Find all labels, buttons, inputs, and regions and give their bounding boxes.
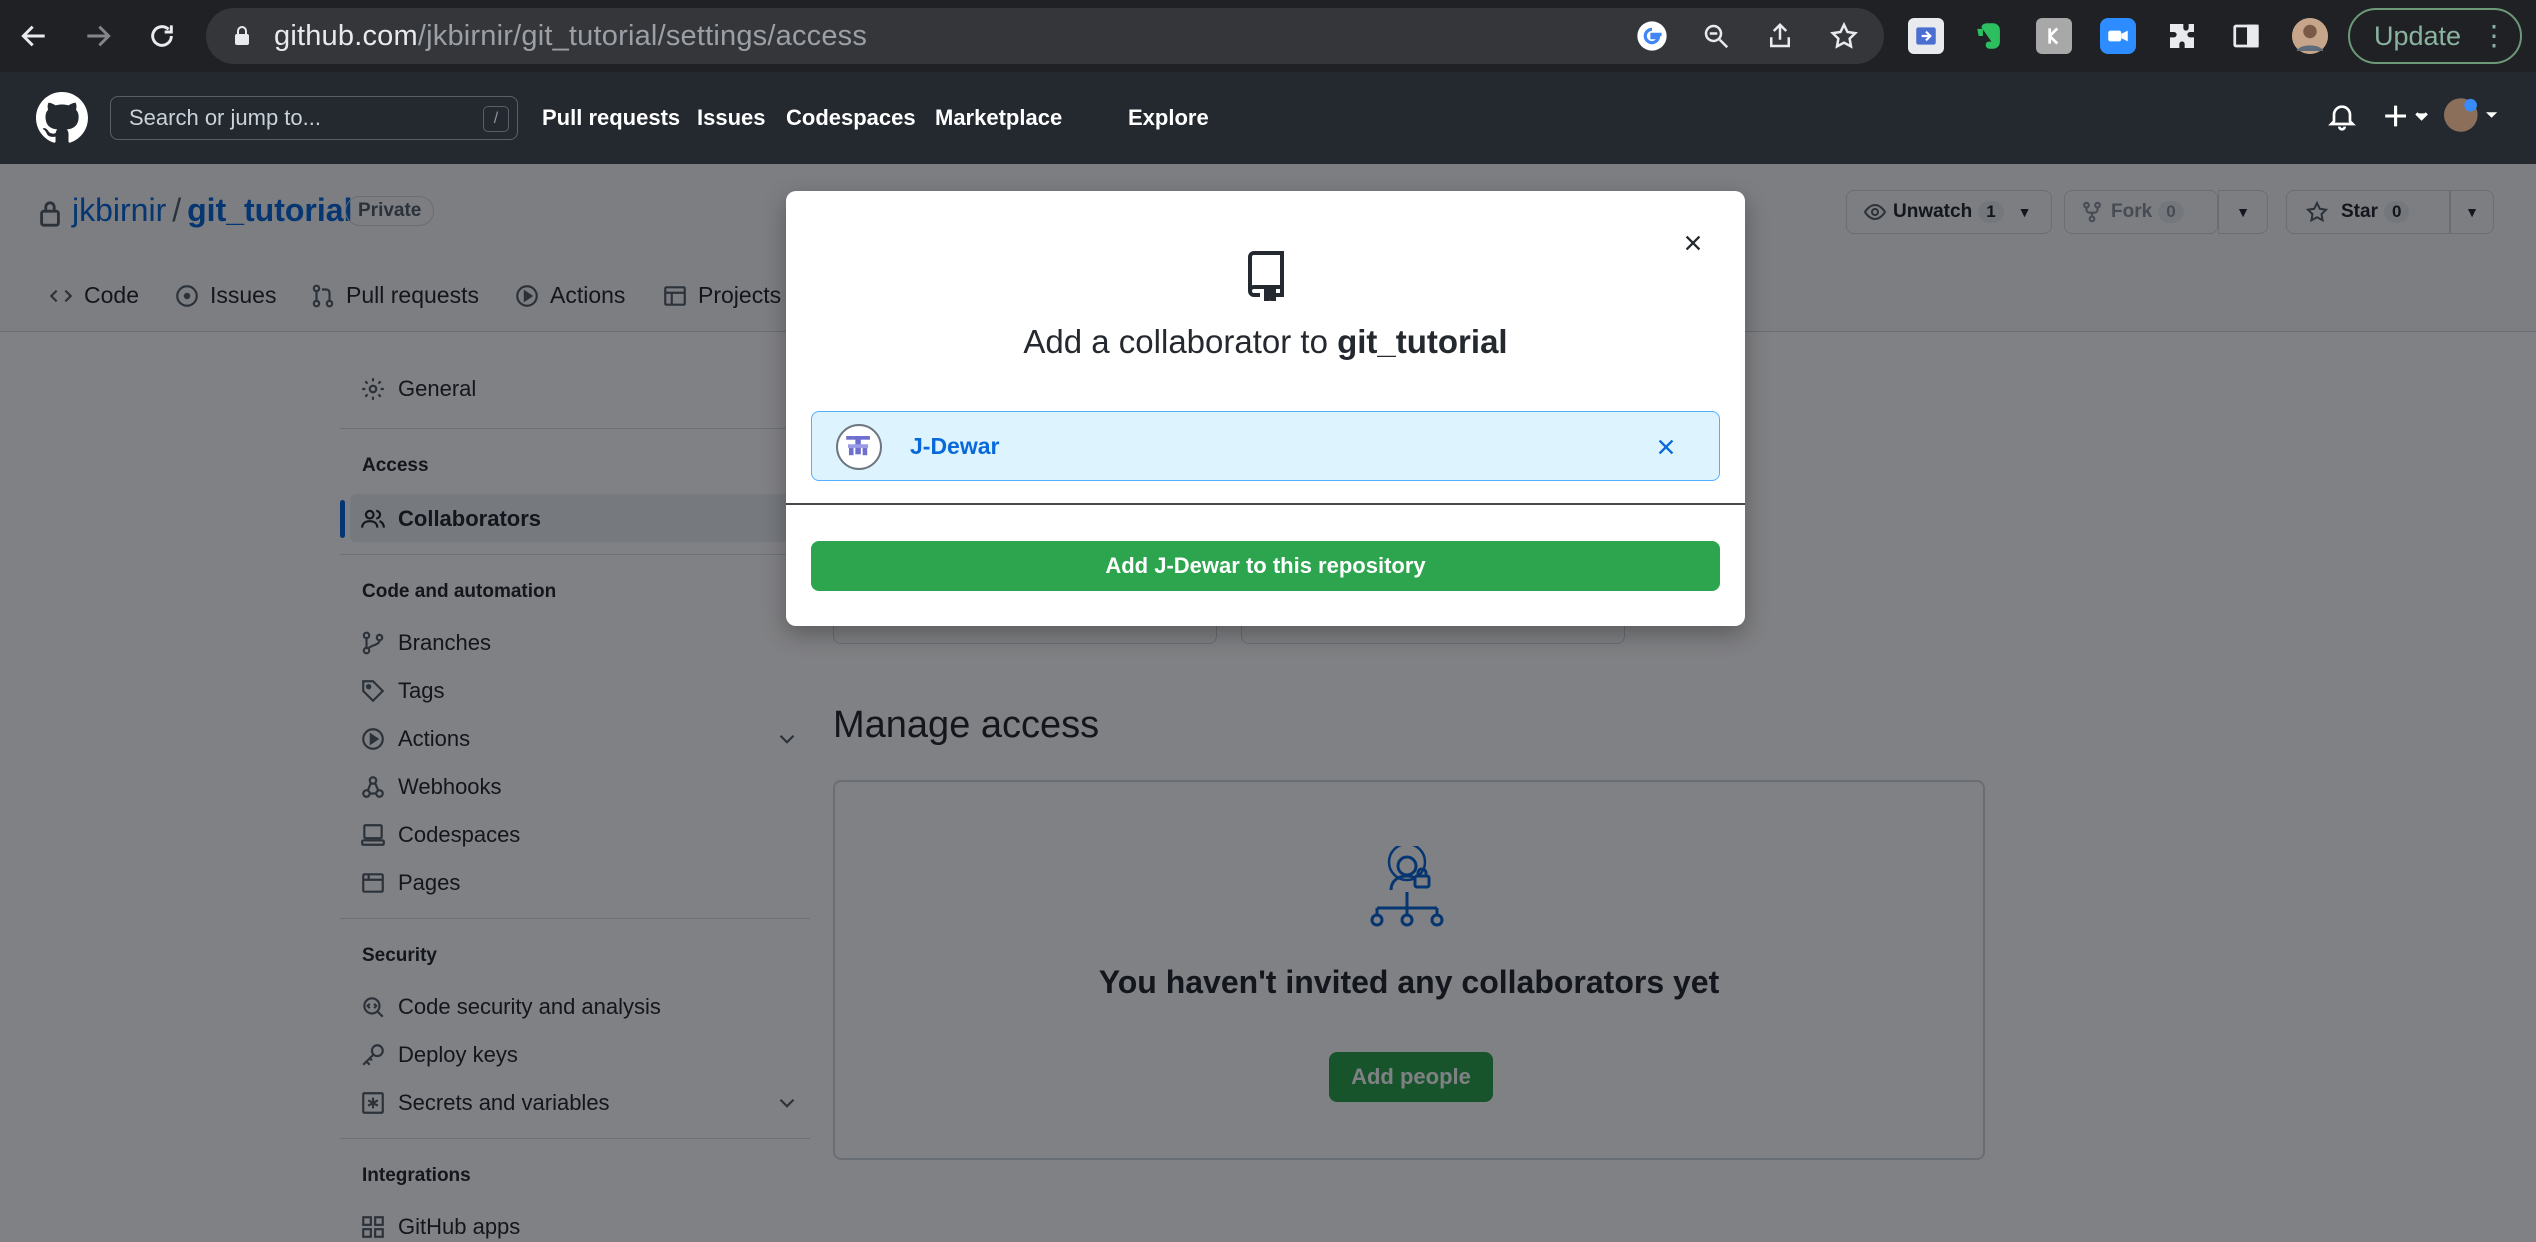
selected-username: J-Dewar — [910, 433, 1000, 459]
zoom-video-icon[interactable] — [2100, 18, 2136, 54]
zoom-icon[interactable] — [1700, 20, 1732, 52]
more-menu-icon[interactable]: ⋮ — [2480, 22, 2508, 50]
dialog-divider — [786, 503, 1745, 505]
browser-toolbar: github.com/jkbirnir/git_tutorial/setting… — [0, 0, 2536, 72]
url-text: github.com/jkbirnir/git_tutorial/setting… — [274, 20, 868, 52]
side-panel-icon[interactable] — [2228, 18, 2264, 54]
close-icon — [1685, 235, 1701, 251]
lock-icon — [235, 26, 249, 45]
forward-icon[interactable] — [76, 14, 120, 58]
repo-icon — [1247, 251, 1284, 301]
dialog-title: Add a collaborator to git_tutorial — [786, 323, 1745, 361]
update-button[interactable]: Update ⋮ — [2348, 8, 2522, 64]
dialog-title-prefix: Add a collaborator to — [1023, 323, 1338, 360]
extensions-puzzle-icon[interactable] — [2164, 18, 2200, 54]
user-identicon — [846, 436, 870, 456]
add-collaborator-button[interactable]: Add J-Dewar to this repository — [811, 541, 1720, 591]
back-icon[interactable] — [12, 14, 56, 58]
star-bookmark-icon[interactable] — [1828, 20, 1860, 52]
search-input[interactable]: Search or jump to... / — [110, 96, 518, 140]
github-logo-icon[interactable] — [36, 92, 88, 144]
nav-marketplace[interactable]: Marketplace — [935, 72, 1062, 164]
avatar — [836, 424, 882, 470]
update-label: Update — [2374, 20, 2462, 51]
remove-user-close-icon[interactable] — [1655, 436, 1677, 458]
google-icon[interactable] — [1636, 20, 1668, 52]
create-new-plus-icon[interactable] — [2380, 100, 2432, 137]
nav-codespaces[interactable]: Codespaces — [786, 72, 916, 164]
address-bar[interactable]: github.com/jkbirnir/git_tutorial/setting… — [206, 8, 1884, 64]
nav-issues[interactable]: Issues — [697, 72, 766, 164]
add-collaborator-dialog: Add a collaborator to git_tutorial J-Dew… — [786, 191, 1745, 626]
close-dialog-button[interactable] — [1677, 227, 1709, 259]
share-icon[interactable] — [1764, 20, 1796, 52]
search-shortcut-key: / — [483, 106, 509, 132]
github-header: Search or jump to... / Pull requests Iss… — [0, 72, 2536, 164]
reload-icon[interactable] — [140, 14, 184, 58]
dialog-title-repo: git_tutorial — [1337, 323, 1508, 360]
search-placeholder: Search or jump to... — [129, 105, 321, 130]
notifications-bell-icon[interactable] — [2326, 100, 2358, 137]
profile-avatar[interactable] — [2292, 18, 2328, 54]
evernote-icon[interactable] — [1972, 18, 2008, 54]
extension-k-icon[interactable] — [2036, 18, 2072, 54]
nav-explore[interactable]: Explore — [1128, 72, 1209, 164]
nav-pull-requests[interactable]: Pull requests — [542, 72, 680, 164]
selected-user-chip: J-Dewar — [811, 411, 1720, 481]
extension-drive-icon[interactable] — [1908, 18, 1944, 54]
user-avatar-menu[interactable] — [2444, 98, 2500, 137]
